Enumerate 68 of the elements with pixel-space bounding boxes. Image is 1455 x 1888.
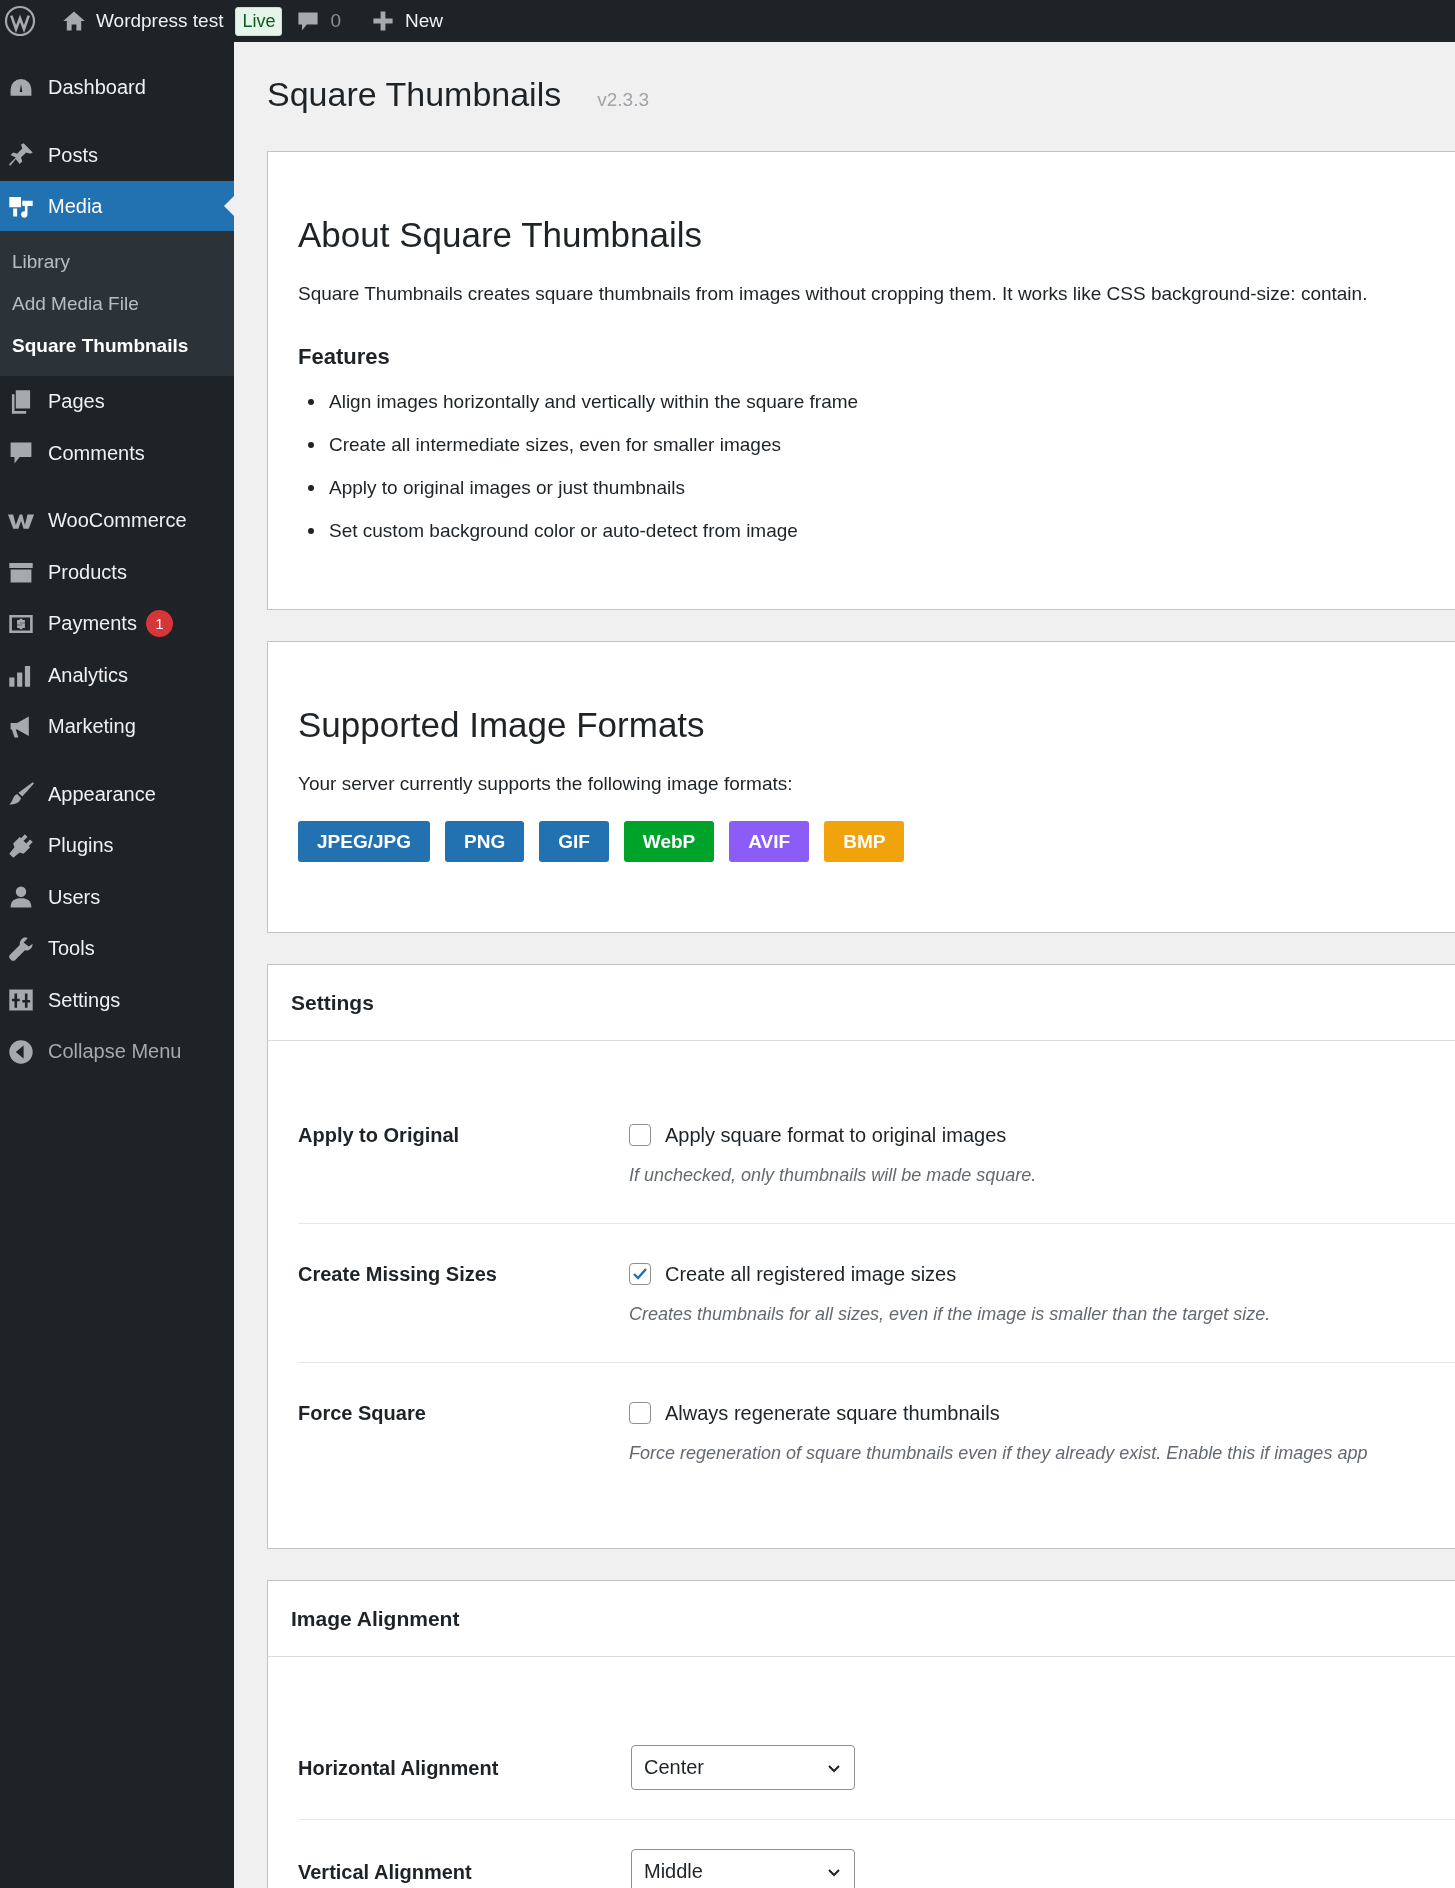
plus-icon[interactable] xyxy=(371,9,396,33)
format-badge: BMP xyxy=(824,821,905,862)
comments-count: 0 xyxy=(330,10,342,32)
menu-item[interactable]: Products xyxy=(0,546,234,598)
features-heading: Features xyxy=(298,344,391,370)
bullet-dot xyxy=(308,527,314,534)
checkbox-label: Always regenerate square thumbnails xyxy=(665,1401,1000,1425)
format-badge: GIF xyxy=(539,821,609,862)
menu-item[interactable]: Settings xyxy=(0,974,234,1026)
page-title: Square Thumbnails xyxy=(267,75,562,114)
menu-item[interactable]: Plugins xyxy=(0,820,234,872)
setting-label: Create Missing Sizes xyxy=(298,1262,498,1287)
wordpress-logo-icon[interactable] xyxy=(4,5,36,37)
submenu-item[interactable]: Square Thumbnails xyxy=(0,325,234,367)
setting-description: If unchecked, only thumbnails will be made square. xyxy=(629,1164,1038,1187)
description-text: Square Thumbnails creates square thumbnails from images without cropping them. It works like CSS background-size: contain. xyxy=(298,282,1369,306)
menu-item[interactable]: Appearance xyxy=(0,768,234,820)
card-title: About Square Thumbnails xyxy=(298,214,704,256)
menu-item[interactable]: Payments 1 xyxy=(0,598,234,650)
format-badge: WebP xyxy=(623,821,715,862)
checkbox[interactable] xyxy=(629,1402,651,1424)
menu-item[interactable]: Posts xyxy=(0,129,234,181)
feature-item: Align images horizontally and vertically within the square frame xyxy=(329,389,859,414)
menu-item[interactable]: Media xyxy=(0,181,234,231)
bullet-dot xyxy=(308,484,314,491)
menu-item[interactable]: WooCommerce xyxy=(0,495,234,547)
submenu-item[interactable]: Library xyxy=(0,241,234,283)
checkbox-label: Create all registered image sizes xyxy=(665,1262,957,1286)
format-badge: PNG xyxy=(445,821,525,862)
description-text: Your server currently supports the following image formats: xyxy=(298,772,794,796)
wrench-icon xyxy=(8,935,34,962)
panel-title: Settings xyxy=(291,990,374,1015)
menu-item[interactable]: Pages xyxy=(0,376,234,428)
feature-item: Set custom background color or auto-detect from image xyxy=(329,518,798,543)
home-icon[interactable] xyxy=(62,9,86,33)
panel-title: Image Alignment xyxy=(291,1606,460,1631)
notification-count: 1 xyxy=(145,610,173,638)
setting-description: Creates thumbnails for all sizes, even if the image is smaller than the target size. xyxy=(629,1303,1272,1326)
plug-icon xyxy=(8,832,34,859)
format-badge: JPEG/JPG xyxy=(298,821,430,862)
setting-label: Apply to Original xyxy=(298,1123,461,1148)
collapse-menu-button[interactable]: Collapse Menu xyxy=(0,1026,234,1078)
live-status-badge: Live xyxy=(235,6,283,36)
checkbox[interactable] xyxy=(629,1124,651,1146)
menu-item[interactable]: Dashboard xyxy=(0,62,234,114)
checkbox[interactable] xyxy=(629,1263,651,1285)
card-title: Supported Image Formats xyxy=(298,704,706,746)
setting-label: Force Square xyxy=(298,1401,427,1426)
setting-description: Force regeneration of square thumbnails even if they already exist. Enable this if images app xyxy=(629,1442,1369,1465)
submenu-item[interactable]: Add Media File xyxy=(0,283,234,325)
menu-item[interactable]: Tools xyxy=(0,923,234,975)
setting-label: Vertical Alignment xyxy=(298,1859,473,1885)
setting-label: Horizontal Alignment xyxy=(298,1755,500,1781)
menu-item[interactable]: Comments xyxy=(0,427,234,479)
new-link[interactable]: New xyxy=(405,10,444,32)
format-badge: AVIF xyxy=(729,821,810,862)
feature-item: Create all intermediate sizes, even for smaller images xyxy=(329,432,781,457)
version-label: v2.3.3 xyxy=(597,89,649,111)
dropdown-select[interactable]: Middle xyxy=(631,1849,855,1888)
feature-item: Apply to original images or just thumbnails xyxy=(329,475,685,500)
menu-item[interactable]: Marketing xyxy=(0,701,234,753)
bullet-dot xyxy=(308,398,314,405)
menu-item[interactable]: Users xyxy=(0,871,234,923)
bullet-dot xyxy=(308,441,314,448)
checkbox-label: Apply square format to original images xyxy=(665,1123,1007,1147)
site-name-link[interactable]: Wordpress test xyxy=(96,10,224,32)
dropdown-select[interactable]: Center xyxy=(631,1745,855,1790)
menu-item[interactable]: Analytics xyxy=(0,649,234,701)
